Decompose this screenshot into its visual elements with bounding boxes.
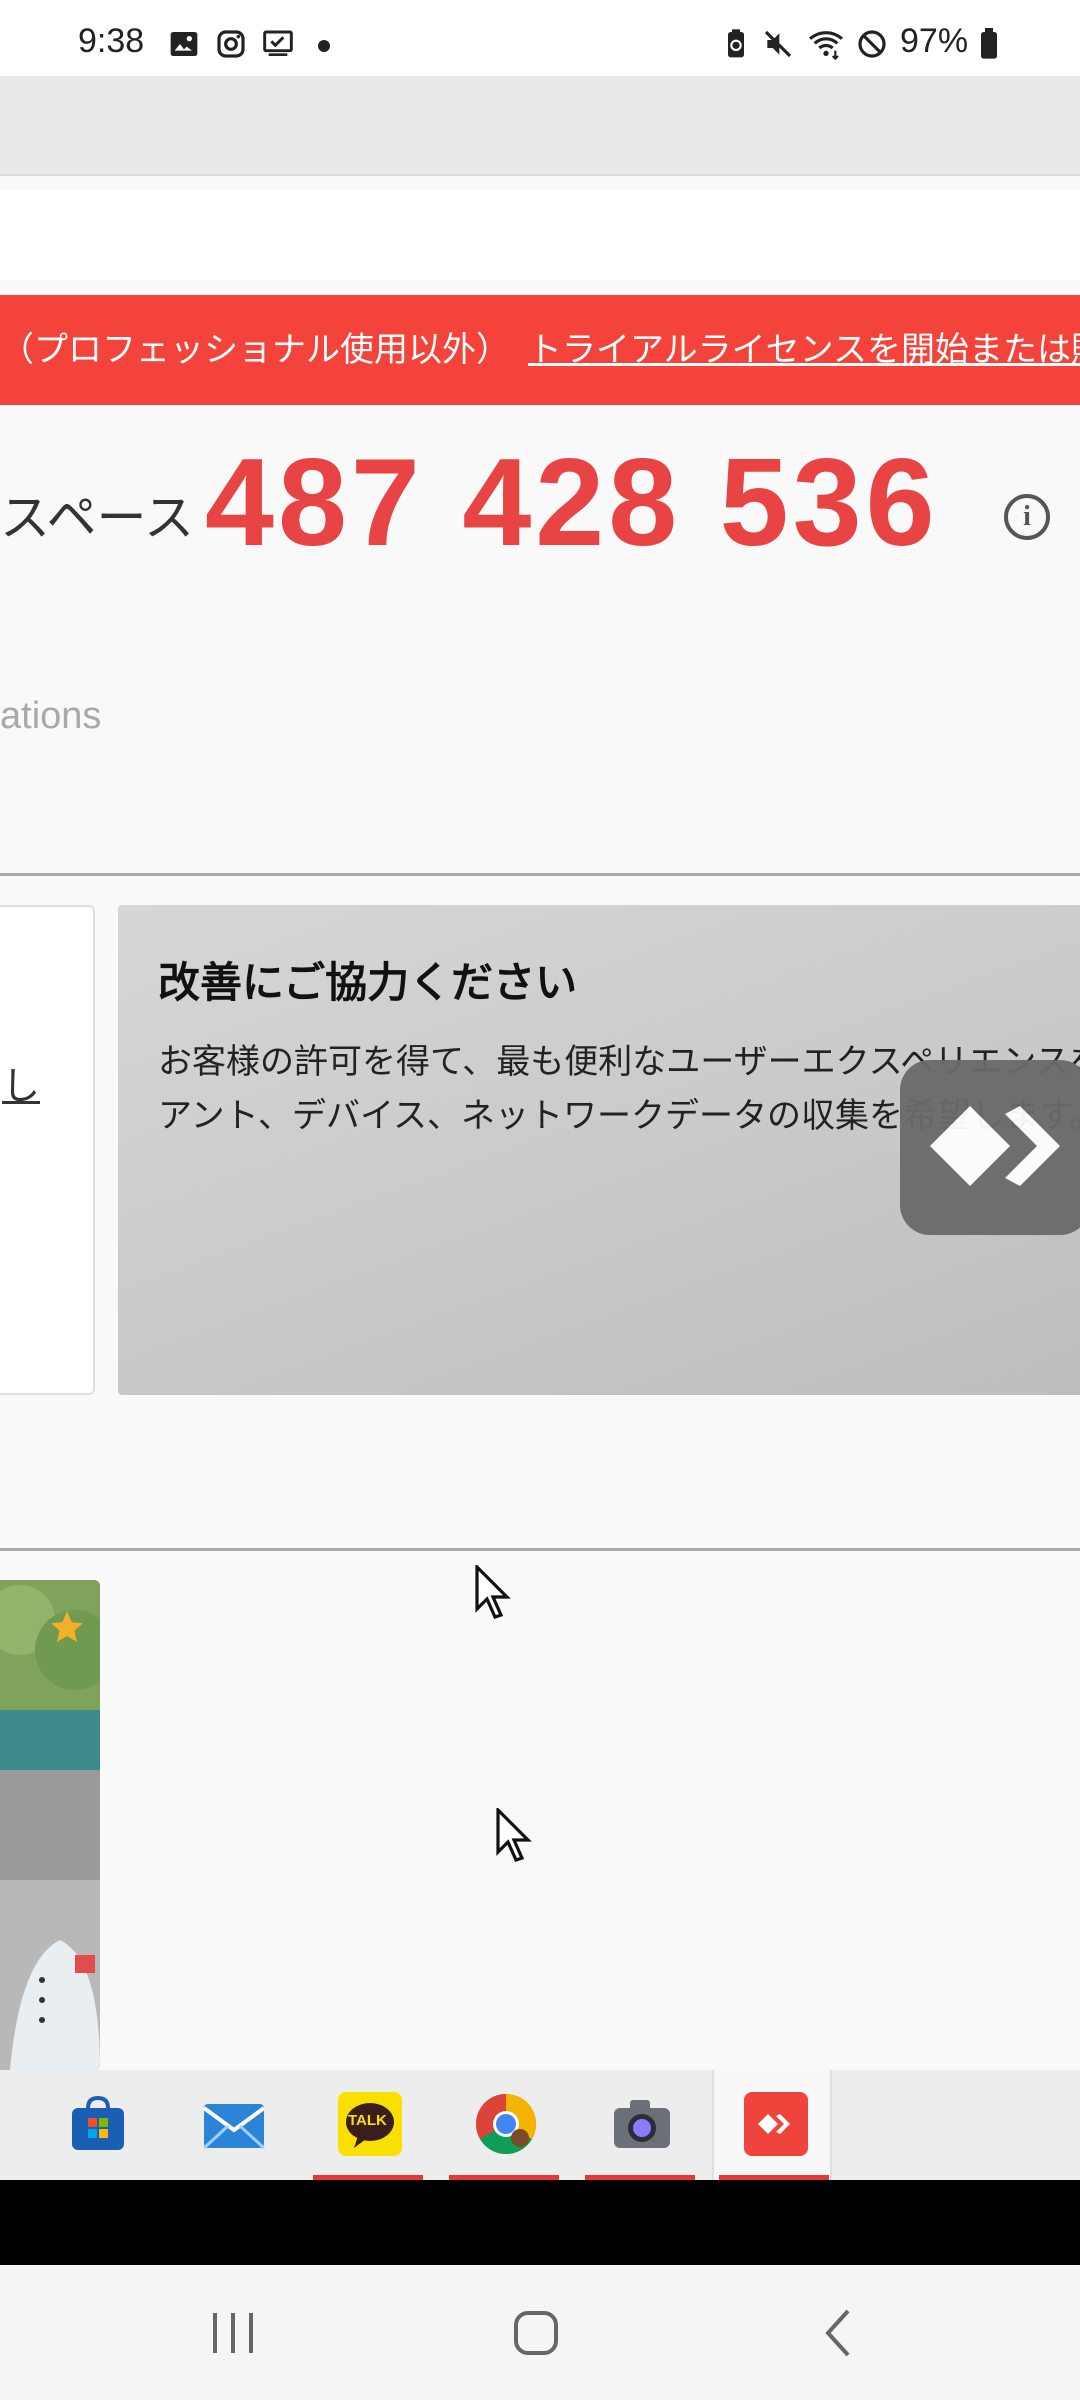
cursor-icon: [496, 1808, 532, 1862]
back-icon[interactable]: [812, 2305, 868, 2361]
camera-icon: [614, 2100, 670, 2148]
left-card-link[interactable]: し: [2, 1055, 40, 1110]
task-icon: [263, 30, 293, 56]
anydesk-address: 487 428 536: [205, 434, 939, 572]
dot-icon: [318, 40, 330, 52]
help-card-title: 改善にご協力ください: [158, 958, 578, 1007]
kakaotalk-icon: TALK: [338, 2092, 402, 2156]
battery-percent: 97%: [900, 22, 969, 60]
taskbar-kakaotalk[interactable]: TALK: [308, 2070, 428, 2180]
taskbar-mail[interactable]: [172, 2070, 292, 2180]
mute-icon: [764, 30, 792, 58]
mail-icon: [202, 2104, 266, 2150]
status-time: 9:38: [78, 22, 145, 60]
taskbar-camera[interactable]: [580, 2070, 700, 2180]
recent-apps-icon[interactable]: [205, 2305, 261, 2361]
taskbar-chrome[interactable]: [444, 2070, 564, 2180]
kakaotalk-label: TALK: [348, 2112, 387, 2129]
home-icon[interactable]: [508, 2305, 564, 2361]
recent-session-thumbnail[interactable]: [0, 1580, 100, 2070]
store-icon: [72, 2095, 124, 2150]
address-label: スペース: [0, 489, 194, 547]
taskbar-store[interactable]: [36, 2070, 156, 2180]
taskbar: TALK: [0, 2070, 1080, 2180]
section-heading: ations: [0, 695, 102, 737]
instagram-icon: [217, 30, 245, 58]
address-bar[interactable]: [0, 190, 1080, 280]
divider: [0, 1548, 1080, 1551]
license-banner: （プロフェッショナル使用以外） トライアルライセンスを開始または購入: [0, 295, 1080, 405]
info-icon[interactable]: i: [1004, 494, 1050, 540]
chrome-icon: [475, 2094, 537, 2155]
banner-text: （プロフェッショナル使用以外）: [0, 330, 510, 370]
battery-saver-icon: [728, 29, 744, 58]
anydesk-icon: [744, 2092, 808, 2156]
star-icon[interactable]: [48, 1608, 86, 1646]
anydesk-logo-icon: [930, 1106, 1060, 1186]
left-card[interactable]: し: [0, 905, 95, 1395]
license-link[interactable]: トライアルライセンスを開始または購入: [528, 330, 1080, 370]
divider: [0, 873, 1080, 876]
cursor-icon: [475, 1565, 511, 1619]
block-icon: [858, 30, 886, 58]
status-bar: 9:38 97%: [0, 0, 1080, 76]
battery-icon: [981, 28, 997, 59]
remote-bottom-bar: [0, 2180, 1080, 2265]
gallery-icon: [170, 32, 198, 56]
navigation-bar: [0, 2265, 1080, 2400]
wifi-icon: [808, 31, 844, 60]
window-titlebar: [0, 76, 1080, 176]
taskbar-anydesk[interactable]: [712, 2070, 832, 2180]
anydesk-floating-button[interactable]: [900, 1060, 1080, 1235]
